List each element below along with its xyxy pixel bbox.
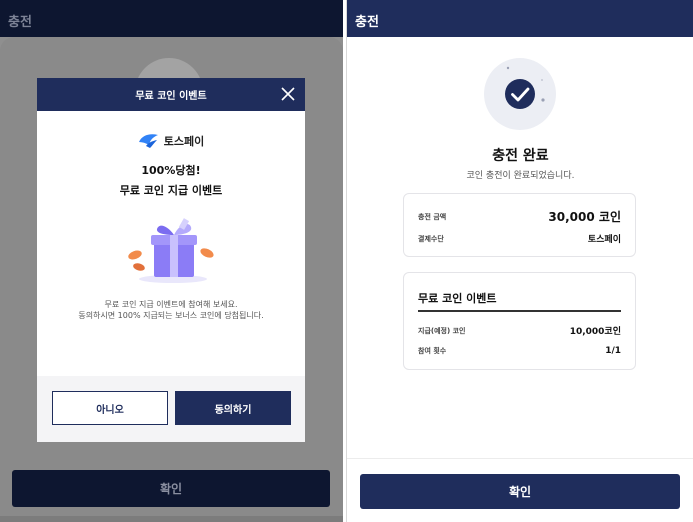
count-value: 1/1 [605, 346, 621, 356]
amount-row: 충전 금액 30,000 코인 [418, 208, 621, 225]
count-label: 참여 횟수 [418, 347, 447, 355]
modal-footer: 아니오 동의하기 [37, 376, 305, 442]
close-icon[interactable] [280, 86, 296, 102]
brand-row: 토스페이 [37, 133, 305, 149]
header-title: 충전 [347, 0, 693, 37]
method-value: 토스페이 [587, 235, 621, 245]
event-card-title: 무료 코인 이벤트 [418, 292, 497, 305]
event-description: 무료 코인 지급 이벤트에 참여해 보세요. 동의하시면 100% 지급되는 보… [37, 299, 305, 321]
bottom-bar [0, 516, 343, 522]
event-headline: 100%당첨! 무료 코인 지급 이벤트 [37, 161, 305, 201]
amount-label: 충전 금액 [418, 212, 447, 221]
event-modal: 무료 코인 이벤트 토스페이 100%당첨! 무료 코인 지급 이벤트 무료 코… [37, 78, 305, 442]
method-row: 결제수단 토스페이 [418, 232, 621, 246]
divider [418, 310, 621, 312]
count-row: 참여 횟수 1/1 [418, 346, 621, 356]
check-circle-icon [484, 58, 556, 130]
footer-bar: 확인 [347, 458, 693, 522]
completion-subtitle: 코인 충전이 완료되었습니다. [466, 171, 575, 181]
payment-summary-card: 충전 금액 30,000 코인 결제수단 토스페이 [403, 193, 636, 257]
modal-header: 무료 코인 이벤트 [37, 78, 305, 111]
method-label: 결제수단 [418, 234, 444, 243]
decline-button[interactable]: 아니오 [52, 391, 168, 425]
confirm-button[interactable]: 확인 [12, 470, 330, 507]
agree-button[interactable]: 동의하기 [175, 391, 291, 425]
description-line-1: 무료 코인 지급 이벤트에 참여해 보세요. [104, 300, 238, 309]
granted-value: 10,000코인 [569, 327, 621, 337]
granted-row: 지급(예정) 코인 10,000코인 [418, 324, 621, 338]
toss-logo-icon [138, 134, 158, 148]
completion-title: 충전 완료 [492, 148, 549, 164]
modal-title: 무료 코인 이벤트 [135, 91, 207, 102]
granted-label: 지급(예정) 코인 [418, 326, 466, 335]
brand-name: 토스페이 [163, 135, 205, 148]
event-summary-card: 무료 코인 이벤트 지급(예정) 코인 10,000코인 참여 횟수 1/1 [403, 272, 636, 370]
confirm-button[interactable]: 확인 [360, 474, 680, 509]
amount-value: 30,000 코인 [548, 210, 621, 224]
header-title: 충전 [0, 0, 343, 37]
left-screen: 충전 확인 무료 코인 이벤트 토스페이 100%당첨! 무료 코인 지급 이벤… [0, 0, 343, 522]
description-line-2: 동의하시면 100% 지급되는 보너스 코인에 당첨됩니다. [78, 311, 264, 320]
gift-icon [128, 218, 214, 283]
right-screen: 충전 충전 완료 코인 충전이 완료되었습니다. 충전 금액 30,000 코인… [346, 0, 693, 522]
headline-line-2: 무료 코인 지급 이벤트 [119, 184, 223, 197]
headline-line-1: 100%당첨! [141, 164, 201, 177]
